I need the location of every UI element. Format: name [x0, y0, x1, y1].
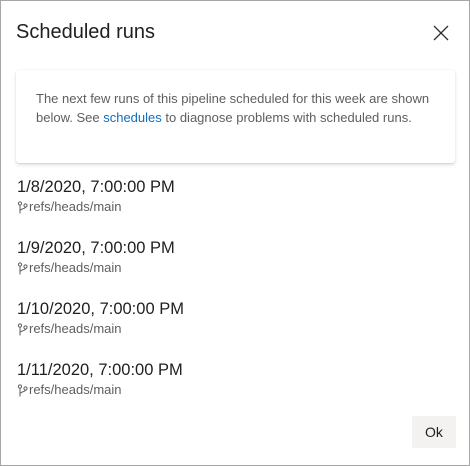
list-item: 1/10/2020, 7:00:00 PM refs/heads/main [17, 299, 447, 360]
close-button[interactable] [429, 21, 453, 45]
run-datetime: 1/10/2020, 7:00:00 PM [17, 300, 184, 318]
branch-name: refs/heads/main [29, 260, 122, 275]
branch-name: refs/heads/main [29, 199, 122, 214]
list-item: 1/11/2020, 7:00:00 PM refs/heads/main [17, 360, 447, 421]
run-branch: refs/heads/main [17, 199, 122, 215]
run-datetime: 1/9/2020, 7:00:00 PM [17, 239, 175, 257]
info-message: The next few runs of this pipeline sched… [16, 70, 455, 163]
scheduled-runs-dialog: Scheduled runs The next few runs of this… [0, 0, 470, 466]
run-datetime: 1/11/2020, 7:00:00 PM [17, 361, 183, 379]
run-branch: refs/heads/main [17, 260, 122, 276]
run-branch: refs/heads/main [17, 382, 122, 398]
close-icon [433, 25, 449, 41]
schedules-link[interactable]: schedules [103, 110, 162, 125]
branch-name: refs/heads/main [29, 321, 122, 336]
git-branch-icon [17, 200, 28, 214]
run-datetime: 1/8/2020, 7:00:00 PM [17, 178, 175, 196]
run-branch: refs/heads/main [17, 321, 122, 337]
info-text-after: to diagnose problems with scheduled runs… [161, 110, 412, 125]
list-item: 1/9/2020, 7:00:00 PM refs/heads/main [17, 238, 447, 299]
git-branch-icon [17, 322, 28, 336]
list-item: 1/8/2020, 7:00:00 PM refs/heads/main [17, 177, 447, 238]
git-branch-icon [17, 383, 28, 397]
ok-button[interactable]: Ok [412, 416, 456, 448]
scheduled-runs-list: 1/8/2020, 7:00:00 PM refs/heads/main 1/9… [17, 177, 447, 421]
git-branch-icon [17, 261, 28, 275]
dialog-title: Scheduled runs [16, 21, 155, 43]
branch-name: refs/heads/main [29, 382, 122, 397]
